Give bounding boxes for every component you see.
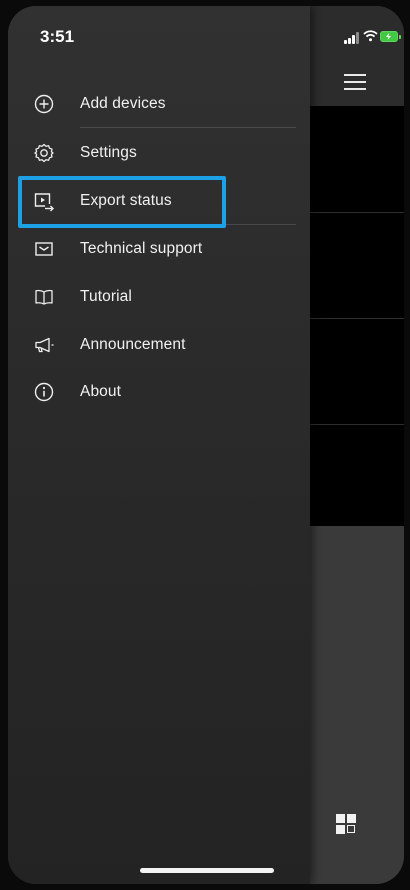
envelope-icon — [33, 238, 55, 260]
grid-layout-icon[interactable] — [336, 814, 358, 836]
menu-item-settings[interactable]: Settings — [8, 132, 310, 176]
wifi-icon — [363, 29, 378, 47]
info-circle-icon — [33, 381, 55, 403]
status-icons — [344, 29, 401, 47]
megaphone-icon — [33, 334, 55, 356]
side-drawer: 3:51 Add devices Settings Export status … — [8, 6, 310, 884]
phone-screen: 3:51 Add devices Settings Export status … — [8, 6, 404, 884]
menu-item-technical-support[interactable]: Technical support — [8, 228, 310, 272]
menu-item-label: About — [80, 383, 122, 400]
hamburger-menu-icon[interactable] — [344, 74, 366, 90]
menu-divider — [80, 127, 296, 128]
menu-item-label: Tutorial — [80, 288, 132, 305]
home-indicator[interactable] — [140, 868, 274, 873]
screenshot-frame: 3:51 Add devices Settings Export status … — [0, 0, 410, 890]
plus-circle-icon — [33, 93, 55, 115]
menu-item-label: Settings — [80, 144, 137, 161]
menu-item-label: Announcement — [80, 336, 186, 353]
menu-item-label: Add devices — [80, 95, 166, 112]
book-icon — [33, 286, 55, 308]
battery-charging-icon — [380, 31, 401, 42]
highlight-box — [18, 176, 226, 228]
video-grid — [310, 106, 404, 526]
app-header — [310, 6, 404, 106]
gear-icon — [33, 142, 55, 164]
menu-item-about[interactable]: About — [8, 371, 310, 415]
menu-item-label: Technical support — [80, 240, 203, 257]
menu-item-announcement[interactable]: Announcement — [8, 324, 310, 368]
main-app-area — [310, 6, 404, 884]
menu-item-tutorial[interactable]: Tutorial — [8, 276, 310, 320]
menu-item-add-devices[interactable]: Add devices — [8, 83, 310, 127]
status-time: 3:51 — [40, 27, 75, 46]
